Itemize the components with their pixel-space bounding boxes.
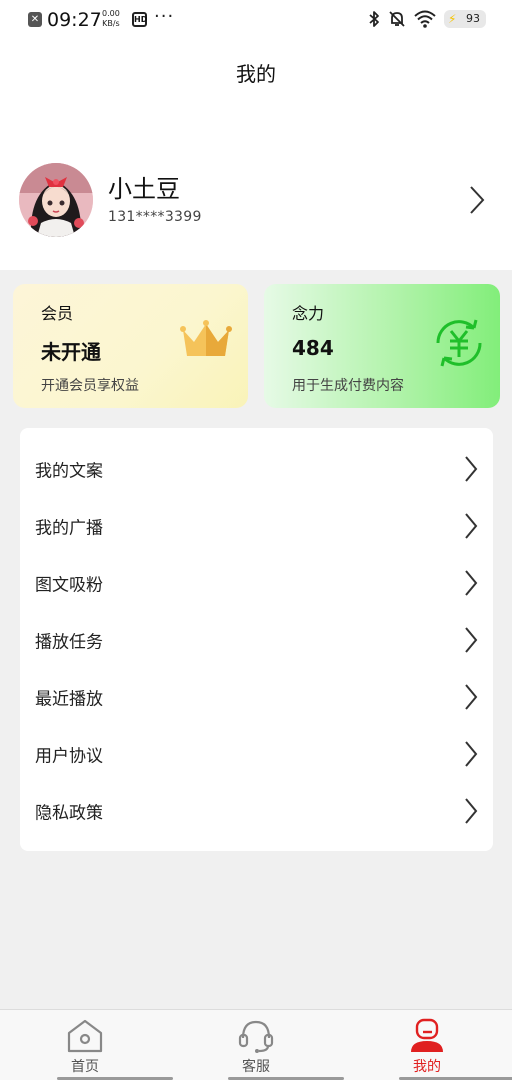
chevron-right-icon	[465, 684, 478, 710]
crown-icon	[180, 320, 232, 356]
menu-item-label: 图文吸粉	[35, 575, 103, 596]
bottom-tab-bar: 首页 客服 我的	[0, 1009, 512, 1080]
status-bar: ✕ 09:27 0.00 KB/s HD ··· ⚡ 93	[0, 0, 512, 40]
tab-label: 我的	[413, 1059, 441, 1075]
membership-subtitle: 开通会员享权益	[41, 378, 139, 394]
tab-profile[interactable]: 我的	[342, 1010, 512, 1080]
no-sim-icon: ✕	[28, 12, 42, 27]
menu-list: 我的文案 我的广播 图文吸粉 播放任务 最近播放 用户协议 隐私政策	[20, 428, 493, 851]
menu-item-image-text-fans[interactable]: 图文吸粉	[20, 555, 493, 612]
points-value: 484	[292, 336, 334, 360]
home-icon	[67, 1019, 103, 1053]
mute-bell-icon	[389, 11, 405, 27]
menu-item-user-agreement[interactable]: 用户协议	[20, 726, 493, 783]
wifi-icon	[414, 10, 436, 28]
network-speed: 0.00 KB/s	[102, 9, 120, 29]
page-title: 我的	[236, 62, 276, 86]
username: 小土豆	[108, 175, 180, 203]
avatar[interactable]	[19, 163, 93, 237]
menu-item-label: 我的文案	[35, 461, 103, 482]
header-area: ✕ 09:27 0.00 KB/s HD ··· ⚡ 93 我的 小土豆 131…	[0, 0, 512, 270]
network-speed-unit: KB/s	[102, 19, 120, 28]
status-time: 09:27	[47, 9, 102, 31]
menu-item-recently-played[interactable]: 最近播放	[20, 669, 493, 726]
headset-icon	[238, 1020, 274, 1053]
chevron-right-icon	[465, 456, 478, 482]
status-right-icons: ⚡ 93	[368, 10, 486, 28]
yuan-coin-icon	[436, 319, 482, 367]
tab-label: 客服	[242, 1059, 270, 1075]
points-card[interactable]: 念力 484 用于生成付费内容	[264, 284, 500, 408]
profile-row[interactable]: 小土豆 131****3399	[19, 163, 499, 237]
tab-home[interactable]: 首页	[0, 1010, 173, 1080]
battery-indicator: ⚡ 93	[444, 10, 486, 28]
chevron-right-icon	[465, 741, 478, 767]
bluetooth-icon	[369, 11, 379, 27]
screen: ✕ 09:27 0.00 KB/s HD ··· ⚡ 93 我的 小土豆 131…	[0, 0, 512, 1080]
points-subtitle: 用于生成付费内容	[292, 378, 404, 394]
menu-item-my-broadcast[interactable]: 我的广播	[20, 498, 493, 555]
menu-item-label: 用户协议	[35, 746, 103, 767]
phone-number: 131****3399	[108, 209, 202, 225]
chevron-right-icon	[465, 798, 478, 824]
points-title: 念力	[292, 304, 325, 323]
chevron-right-icon	[465, 627, 478, 653]
battery-level: 93	[466, 12, 480, 25]
chevron-right-icon	[465, 513, 478, 539]
more-notifications-icon: ···	[154, 6, 175, 27]
menu-item-label: 最近播放	[35, 689, 103, 710]
menu-item-play-tasks[interactable]: 播放任务	[20, 612, 493, 669]
tab-label: 首页	[71, 1059, 99, 1075]
hd-icon: HD	[132, 12, 147, 27]
charging-icon: ⚡	[448, 12, 457, 26]
menu-item-label: 播放任务	[35, 632, 103, 653]
chevron-right-icon[interactable]	[468, 185, 486, 215]
tab-customer-service[interactable]: 客服	[171, 1010, 344, 1080]
network-speed-value: 0.00	[102, 9, 120, 18]
menu-item-label: 我的广播	[35, 518, 103, 539]
menu-item-privacy-policy[interactable]: 隐私政策	[20, 783, 493, 840]
membership-status: 未开通	[41, 340, 101, 364]
membership-card[interactable]: 会员 未开通 开通会员享权益	[13, 284, 248, 408]
menu-item-my-copywriting[interactable]: 我的文案	[20, 441, 493, 498]
avatar-image	[19, 163, 93, 237]
membership-title: 会员	[41, 304, 74, 323]
profile-icon	[411, 1018, 443, 1052]
menu-item-label: 隐私政策	[35, 803, 103, 824]
chevron-right-icon	[465, 570, 478, 596]
